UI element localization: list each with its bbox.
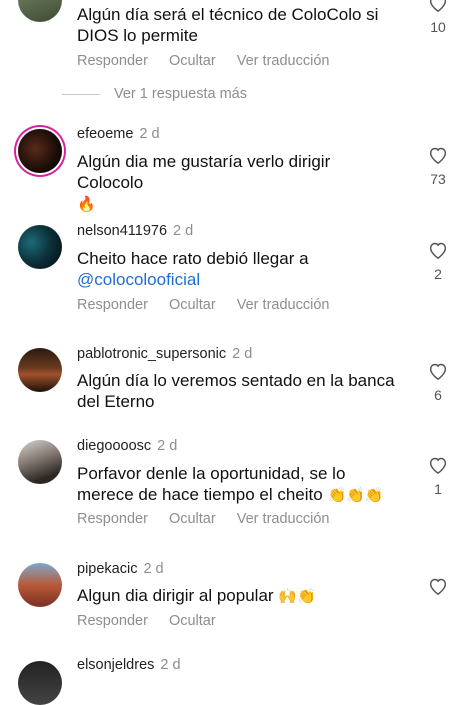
hide-button[interactable]: Ocultar xyxy=(169,613,216,629)
username-link[interactable]: elsonjeldres xyxy=(77,657,154,673)
fire-emoji: 🔥 xyxy=(77,196,96,213)
heart-icon xyxy=(429,242,447,259)
heart-icon xyxy=(429,363,447,380)
like-count: 2 xyxy=(434,266,442,282)
view-replies-label: Ver 1 respuesta más xyxy=(114,86,247,102)
avatar[interactable] xyxy=(18,563,62,607)
heart-icon xyxy=(429,0,447,12)
comment-header: pablotronic_supersonic 2 d xyxy=(77,346,252,362)
username-link[interactable]: nelson411976 xyxy=(77,223,167,239)
like-count: 1 xyxy=(434,481,442,497)
comment-age: 2 d xyxy=(143,561,164,577)
comment-text: Algun dia dirigir al popular 🙌👏 xyxy=(77,586,316,605)
comment-text: Porfavor denle la oportunidad, se lo mer… xyxy=(77,464,384,504)
avatar[interactable] xyxy=(18,661,62,705)
username-link[interactable]: pipekacic xyxy=(77,561,137,577)
comment-header: pipekacic 2 d xyxy=(77,561,164,577)
username-link[interactable]: diegoooosc xyxy=(77,438,151,454)
clapping-emoji: 👏👏👏 xyxy=(327,487,384,504)
comment-header: efeoeme 2 d xyxy=(77,126,160,142)
comment-text: Algún dia me gustaría verlo dirigir Colo… xyxy=(77,152,331,213)
like-button[interactable]: 1 xyxy=(427,456,449,497)
like-count: 73 xyxy=(430,171,446,187)
reply-button[interactable]: Responder xyxy=(77,53,148,69)
like-count: 10 xyxy=(430,19,446,35)
avatar[interactable] xyxy=(18,0,62,22)
comment-text: Algún día lo veremos sentado en la banca… xyxy=(77,371,395,411)
comment-actions: Responder Ocultar Ver traducción xyxy=(77,511,346,527)
mention-link[interactable]: @colocolooficial xyxy=(77,270,200,289)
comment-header: nelson411976 2 d xyxy=(77,223,193,239)
avatar[interactable] xyxy=(18,440,62,484)
translate-button[interactable]: Ver traducción xyxy=(237,511,330,527)
comment-age: 2 d xyxy=(139,126,160,142)
comment-actions: Responder Ocultar xyxy=(77,613,233,629)
avatar[interactable] xyxy=(18,129,62,173)
avatar[interactable] xyxy=(18,225,62,269)
hide-button[interactable]: Ocultar xyxy=(169,511,216,527)
like-button[interactable]: 10 xyxy=(427,0,449,35)
comment-age: 2 d xyxy=(173,223,194,239)
reply-button[interactable]: Responder xyxy=(77,613,148,629)
comment-actions: Responder Ocultar Ver traducción xyxy=(77,297,346,313)
comment-text: Algún día será el técnico de ColoColo si… xyxy=(77,5,379,45)
username-link[interactable]: pablotronic_supersonic xyxy=(77,346,226,362)
like-button[interactable] xyxy=(427,577,449,595)
translate-button[interactable]: Ver traducción xyxy=(237,297,330,313)
heart-icon xyxy=(429,147,447,164)
comment-age: 2 d xyxy=(157,438,178,454)
avatar[interactable] xyxy=(18,348,62,392)
comment-actions: Responder Ocultar Ver traducción xyxy=(77,53,346,69)
reply-button[interactable]: Responder xyxy=(77,511,148,527)
comment-age: 2 d xyxy=(160,657,181,673)
username-link[interactable]: efeoeme xyxy=(77,126,133,142)
view-replies-link[interactable]: Ver 1 respuesta más xyxy=(62,86,247,102)
heart-icon xyxy=(429,578,447,595)
comment-age: 2 d xyxy=(232,346,253,362)
like-count: 6 xyxy=(434,387,442,403)
like-button[interactable]: 73 xyxy=(427,146,449,187)
hide-button[interactable]: Ocultar xyxy=(169,53,216,69)
comment-text: Cheito hace rato debió llegar a @colocol… xyxy=(77,249,309,289)
heart-icon xyxy=(429,457,447,474)
divider-line xyxy=(62,93,100,95)
like-button[interactable]: 6 xyxy=(427,362,449,403)
like-button[interactable]: 2 xyxy=(427,241,449,282)
comment-header: elsonjeldres 2 d xyxy=(77,657,181,673)
hide-button[interactable]: Ocultar xyxy=(169,297,216,313)
raised-hands-emoji: 🙌👏 xyxy=(278,588,316,605)
comment-header: diegoooosc 2 d xyxy=(77,438,177,454)
reply-button[interactable]: Responder xyxy=(77,297,148,313)
translate-button[interactable]: Ver traducción xyxy=(237,53,330,69)
